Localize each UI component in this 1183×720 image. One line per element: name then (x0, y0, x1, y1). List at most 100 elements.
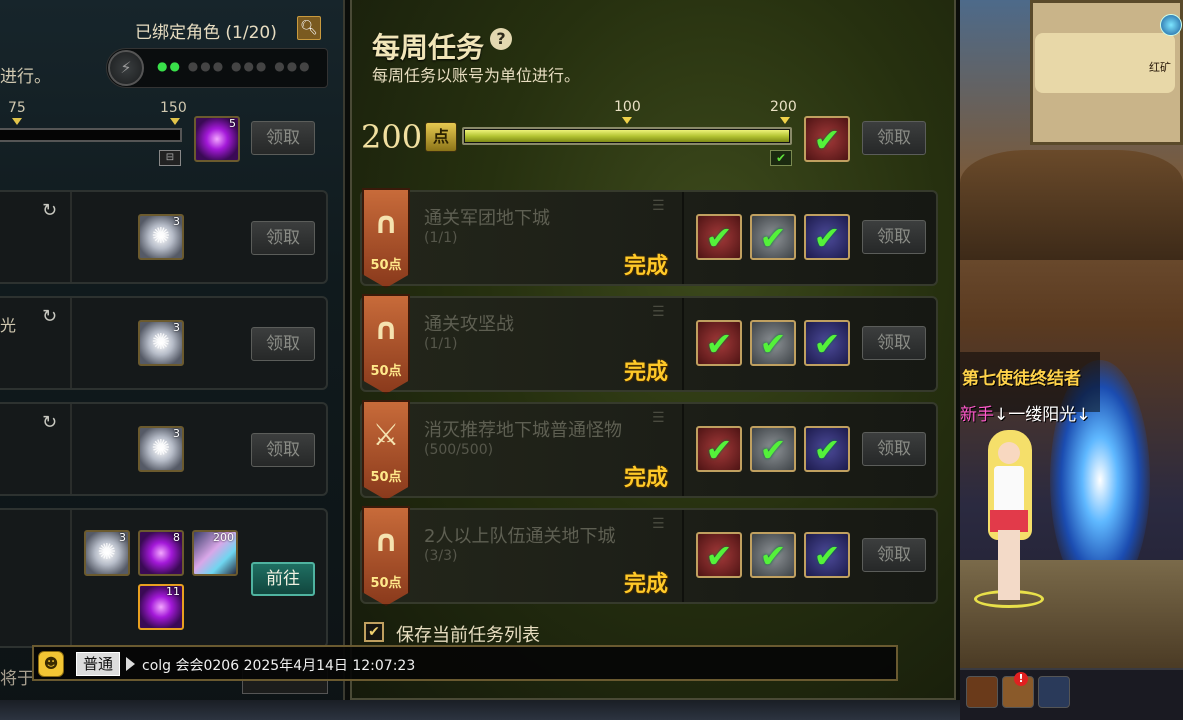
gray-reward[interactable]: ✔ (750, 426, 796, 472)
claim-button[interactable]: 领取 (862, 220, 926, 254)
blue-reward[interactable]: ✔ (804, 214, 850, 260)
menu-icon: ☰ (652, 410, 665, 426)
claim-button[interactable]: 领取 (251, 433, 315, 467)
alert-icon: ! (1014, 672, 1028, 686)
energy-indicator: ⚡︎ ●● ●●● ●●● ●●● (106, 48, 328, 88)
row-divider (682, 510, 684, 602)
chat-bar[interactable]: ☻ 普通 colg 会会0206 2025年4月14日 12:07:23 (32, 645, 898, 681)
lightning-icon: ⚡︎ (108, 50, 144, 86)
weekly-tick-marker (622, 117, 632, 124)
weekly-main-reward[interactable]: ✔ (804, 116, 850, 162)
silver-medal-reward[interactable]: ✺ 3 (84, 530, 130, 576)
weekly-subtitle: 每周任务以账号为单位进行。 (372, 66, 581, 85)
left-progress-bar (0, 128, 182, 142)
silver-medal-reward[interactable]: ✺ 3 (138, 426, 184, 472)
magnifier-icon: 🔍︎ (300, 20, 318, 36)
character-portrait-icon[interactable] (1038, 676, 1070, 708)
refresh-icon[interactable]: ↻ (42, 200, 57, 221)
weekly-tick-200: 200 (770, 99, 797, 115)
task-points: 50点 (370, 576, 402, 591)
player-character[interactable] (974, 430, 1044, 610)
chest-icon[interactable] (966, 676, 998, 708)
search-button[interactable]: 🔍︎ (297, 16, 321, 40)
task-status: 完成 (624, 572, 669, 597)
checkmark-icon: ✔ (705, 537, 733, 575)
task-name: 通关攻坚战 (424, 314, 514, 335)
reward-count: 3 (173, 321, 180, 334)
minimap-town-label: 红矿 (1149, 61, 1171, 74)
left-task-row: ↻ ✺ 3 领取 (0, 190, 328, 284)
task-progress: (1/1) (424, 336, 458, 352)
row-divider (682, 192, 684, 284)
refresh-icon[interactable]: ↻ (42, 412, 57, 433)
silver-medal-reward[interactable]: ✺ 3 (138, 320, 184, 366)
gray-reward[interactable]: ✔ (750, 320, 796, 366)
checkmark-icon: ✔ (759, 325, 787, 363)
globe-icon[interactable] (1160, 14, 1182, 36)
checkmark-icon: ✔ (813, 537, 841, 575)
left-tick-marker (12, 118, 22, 125)
go-button[interactable]: 前往 (251, 562, 315, 596)
left-tick-marker (170, 118, 180, 125)
blue-reward[interactable]: ✔ (804, 426, 850, 472)
reward-count: 11 (166, 585, 180, 598)
tree-scenery (960, 150, 1183, 260)
purple-orb-reward[interactable]: 8 (138, 530, 184, 576)
claim-button[interactable]: 领取 (251, 327, 315, 361)
red-reward[interactable]: ✔ (696, 214, 742, 260)
left-tick-150: 150 (160, 100, 187, 116)
checkmark-icon: ✔ (813, 431, 841, 469)
reward-count: 3 (173, 215, 180, 228)
left-task-row: ↻ ✺ 3 领取 (0, 402, 328, 496)
bottom-strip (0, 700, 960, 720)
task-progress: (1/1) (424, 230, 458, 246)
help-icon[interactable]: ? (490, 28, 512, 50)
red-reward[interactable]: ✔ (696, 426, 742, 472)
red-reward[interactable]: ✔ (696, 532, 742, 578)
checkmark-icon: ✔ (759, 219, 787, 257)
weekly-claim-button[interactable]: 领取 (862, 121, 926, 155)
weekly-task-panel: 每周任务 ? 每周任务以账号为单位进行。 200 点 100 200 ✔ ✔ 领… (350, 0, 956, 700)
crystal-reward[interactable]: 200 (192, 530, 238, 576)
row-divider (682, 298, 684, 390)
reward-count: 3 (119, 531, 126, 544)
collapse-toggle-icon[interactable]: ⊟ (159, 150, 181, 166)
claim-button[interactable]: 领取 (862, 432, 926, 466)
task-name: 2人以上队伍通关地下城 (424, 526, 616, 547)
player-name: 新手↓一缕阳光↓ (960, 400, 1091, 425)
checkmark-icon: ✔ (705, 219, 733, 257)
refresh-icon[interactable]: ↻ (42, 306, 57, 327)
silver-medal-reward[interactable]: ✺ 3 (138, 214, 184, 260)
blue-reward[interactable]: ✔ (804, 320, 850, 366)
chat-channel[interactable]: 普通 (76, 652, 121, 676)
task-name-fragment: 光 (0, 316, 17, 335)
save-list-label: 保存当前任务列表 (396, 625, 540, 646)
task-points: 50点 (370, 258, 402, 273)
task-points: 50点 (370, 470, 402, 485)
row-divider (70, 192, 72, 282)
arch-icon: ∩ (373, 312, 399, 347)
gray-reward[interactable]: ✔ (750, 214, 796, 260)
game-world-view[interactable]: 红矿 第七使徒终结者 新手↓一缕阳光↓ ! (960, 0, 1183, 720)
task-status: 完成 (624, 254, 669, 279)
save-list-checkbox[interactable]: ✔ (364, 622, 384, 642)
purple-orb-reward[interactable]: 11 (138, 584, 184, 630)
claim-button[interactable]: 领取 (862, 326, 926, 360)
gray-reward[interactable]: ✔ (750, 532, 796, 578)
red-reward[interactable]: ✔ (696, 320, 742, 366)
weekly-points-value: 200 (361, 118, 423, 156)
task-status: 完成 (624, 360, 669, 385)
blue-reward[interactable]: ✔ (804, 532, 850, 578)
claim-button[interactable]: 领取 (251, 121, 315, 155)
arch-icon: ∩ (373, 524, 399, 559)
claim-button[interactable]: 领取 (862, 538, 926, 572)
purple-orb-reward[interactable]: 5 (194, 116, 240, 162)
checkmark-icon: ✔ (759, 537, 787, 575)
character-legs (998, 530, 1020, 600)
claim-button[interactable]: 领取 (251, 221, 315, 255)
chat-message: colg 会会0206 2025年4月14日 12:07:23 (142, 658, 416, 674)
emoji-icon[interactable]: ☻ (38, 651, 64, 677)
checkmark-icon: ✔ (759, 431, 787, 469)
left-tick-75: 75 (8, 100, 26, 116)
reward-count: 8 (173, 531, 180, 544)
